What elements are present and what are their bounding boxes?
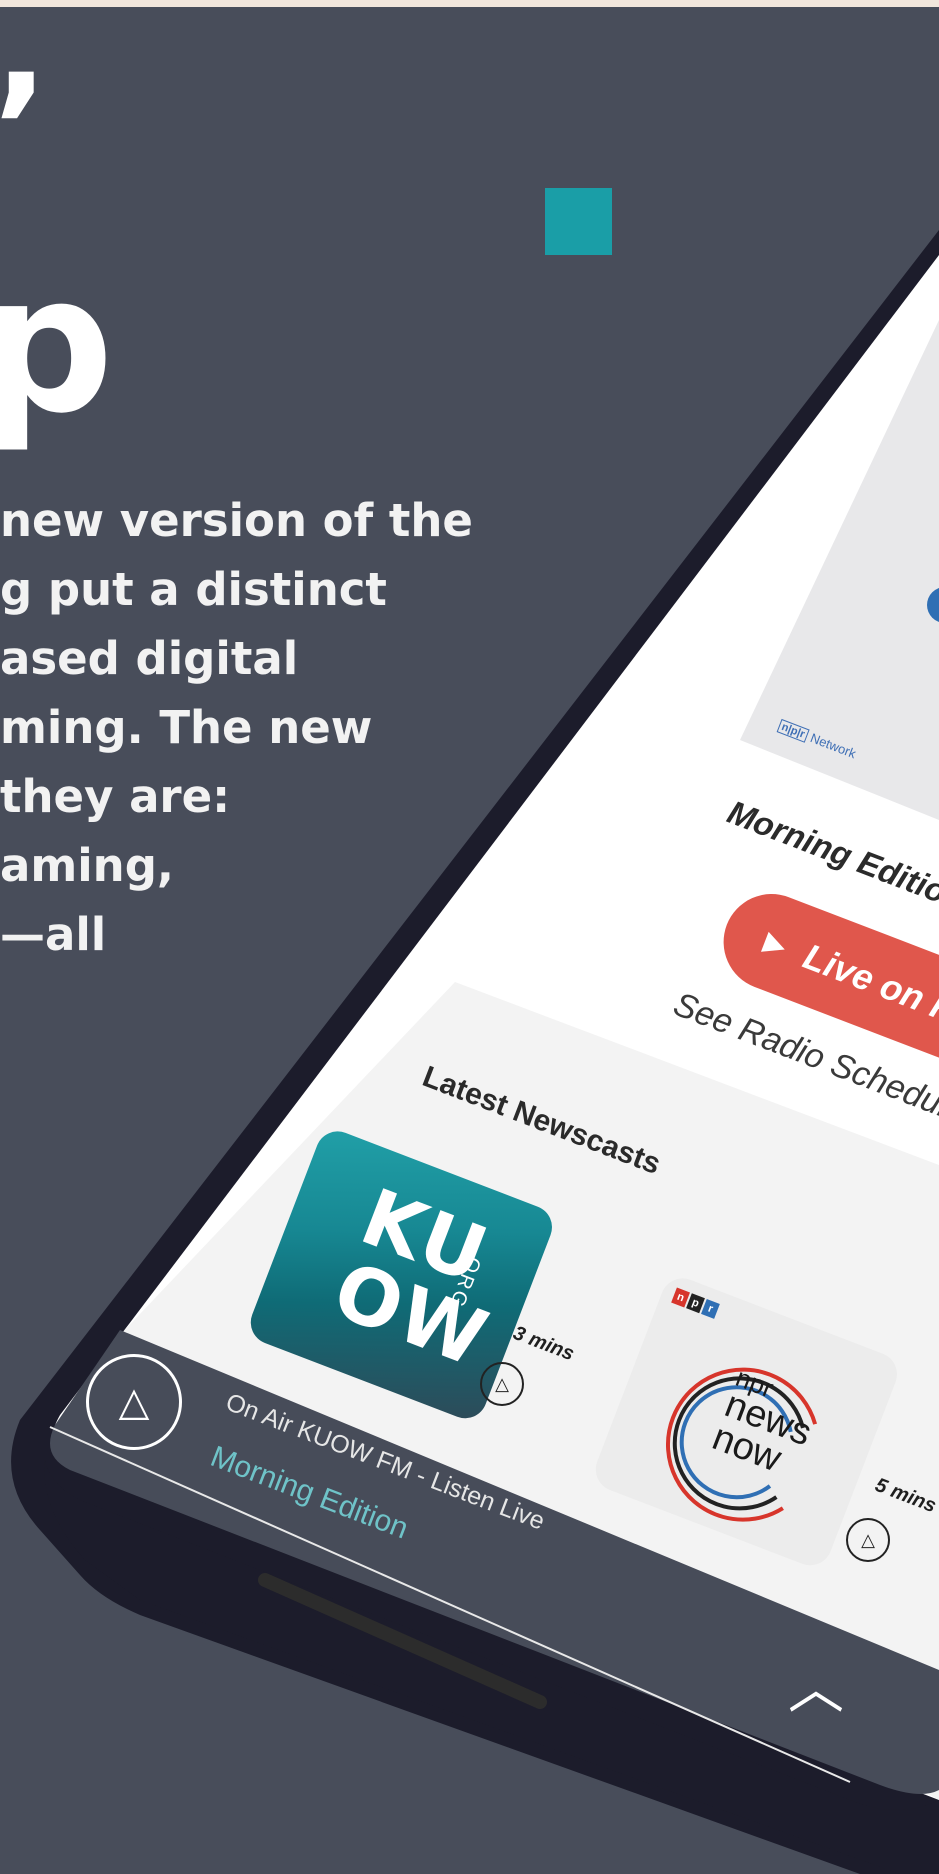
kuow-duration: 3 mins [510,1322,578,1366]
program-title: Morning Editio [722,793,939,911]
play-icon: ▶ [760,925,791,961]
play-triangle-icon: △ [495,1373,509,1395]
kuow-play-button[interactable]: △ [480,1362,524,1406]
player-play-button[interactable]: △ [86,1354,182,1450]
chevron-up-icon[interactable]: ︿ [788,1644,844,1725]
live-button-label: Live on K [798,935,939,1032]
play-triangle-icon: △ [861,1529,875,1551]
npr-play-button[interactable]: △ [846,1518,890,1562]
promo-stage: ’ p new version of the g put a distinct … [0,0,939,1874]
play-triangle-icon: △ [118,1379,150,1425]
newscasts-section-title: Latest Newscasts [418,1060,666,1182]
npr-network-logo: n|p|r Network [776,718,858,761]
npr-badge: n p r [671,1287,720,1319]
npr-duration: 5 mins [872,1474,939,1518]
app-screen: n|p|r Network Morning Editio ▶ Live on K… [0,0,939,1874]
